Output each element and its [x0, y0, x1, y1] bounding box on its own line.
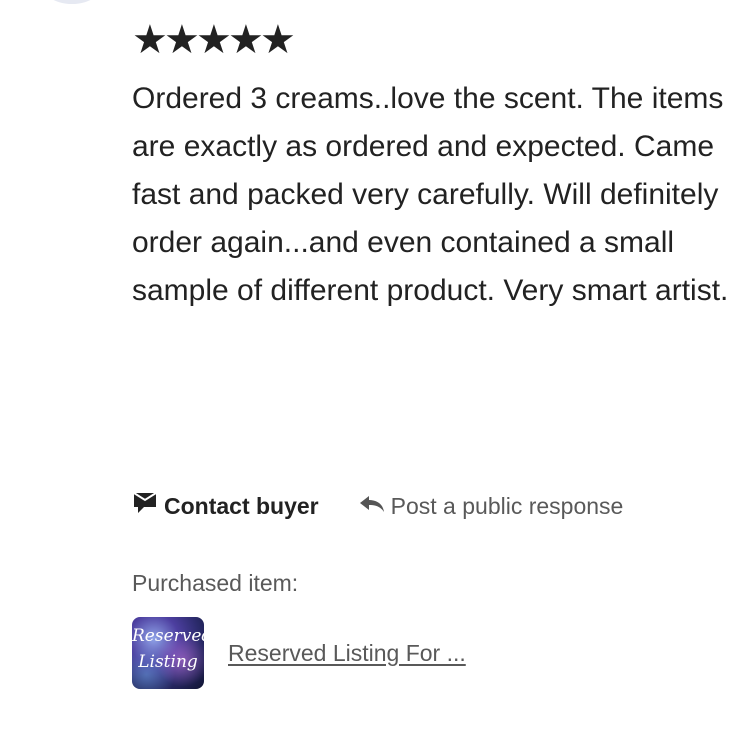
- star-icon: ★: [196, 18, 232, 62]
- review-page: ★ ★ ★ ★ ★ Ordered 3 creams..love the sce…: [0, 0, 749, 749]
- avatar: [40, 0, 104, 4]
- public-response-label: Post a public response: [390, 492, 624, 519]
- post-public-response-button[interactable]: Post a public response: [359, 492, 624, 520]
- message-icon: [132, 491, 164, 521]
- star-icon: ★: [228, 18, 264, 62]
- review-actions: Contact buyer Post a public response: [132, 486, 623, 526]
- thumbnail-text-line2: Listing: [138, 652, 198, 672]
- item-thumbnail[interactable]: Reserved Listing: [132, 617, 204, 689]
- star-icon: ★: [260, 18, 296, 62]
- contact-buyer-label: Contact buyer: [164, 492, 319, 519]
- contact-buyer-button[interactable]: Contact buyer: [132, 491, 319, 521]
- purchased-item: Reserved Listing Reserved Listing For ..…: [132, 617, 466, 689]
- review-text: Ordered 3 creams..love the scent. The it…: [132, 82, 729, 307]
- item-title-link[interactable]: Reserved Listing For ...: [228, 640, 466, 667]
- thumbnail-text-line1: Reserved: [132, 626, 204, 646]
- reply-arrow-icon: [359, 493, 391, 520]
- star-icon: ★: [132, 18, 168, 62]
- star-icon: ★: [164, 18, 200, 62]
- purchased-item-label: Purchased item:: [132, 570, 299, 596]
- star-rating: ★ ★ ★ ★ ★: [132, 16, 296, 64]
